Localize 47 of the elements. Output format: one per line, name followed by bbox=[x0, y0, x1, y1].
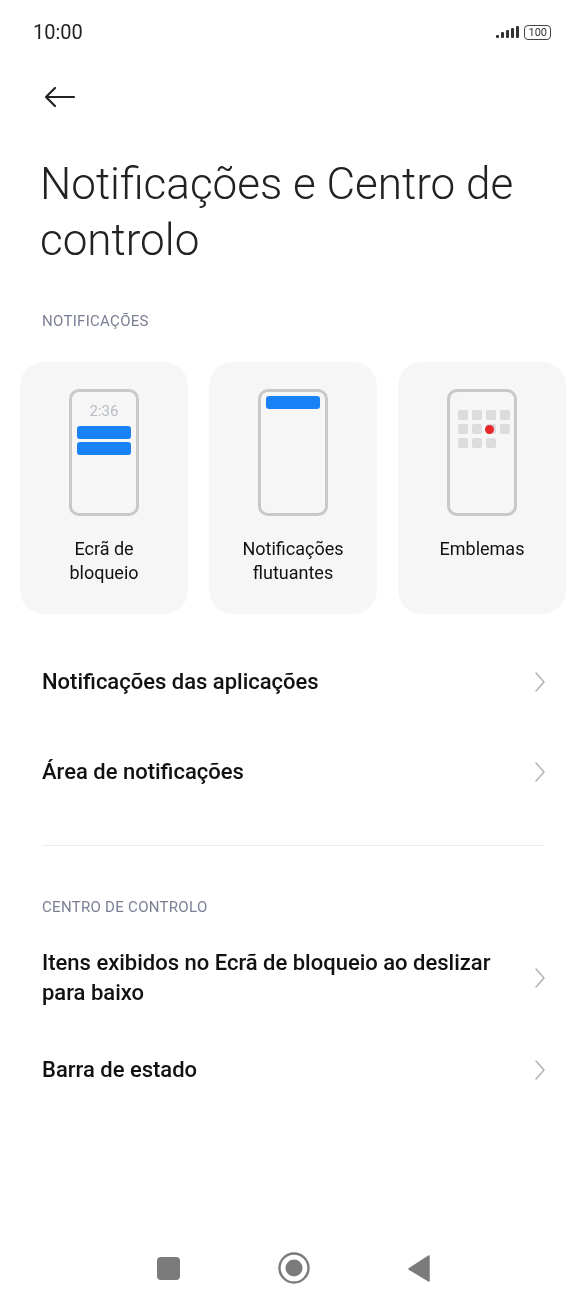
notification-bar bbox=[77, 442, 131, 455]
item-label: Área de notificações bbox=[42, 758, 244, 786]
card-label: Emblemas bbox=[439, 537, 525, 561]
chevron-icon bbox=[535, 968, 545, 988]
back-button[interactable] bbox=[44, 86, 76, 108]
signal-icon bbox=[496, 26, 520, 38]
app-tile bbox=[458, 438, 468, 448]
status-time: 10:00 bbox=[33, 20, 83, 44]
option-card[interactable]: Notificações flutuantes bbox=[209, 362, 377, 614]
option-card[interactable]: 2:36 Ecrã de bloqueio bbox=[20, 362, 188, 614]
card-label: Ecrã de bloqueio bbox=[68, 537, 140, 585]
square-icon bbox=[156, 1256, 180, 1280]
app-tile bbox=[486, 410, 496, 420]
home-button[interactable] bbox=[277, 1252, 310, 1284]
notification-bar bbox=[77, 426, 131, 439]
item-label: Notificações das aplicações bbox=[42, 668, 319, 696]
home-circle-icon bbox=[277, 1252, 310, 1284]
triangle-icon bbox=[407, 1254, 431, 1282]
app-tile bbox=[472, 410, 482, 420]
settings-item[interactable]: Notificações das aplicações bbox=[0, 654, 587, 710]
settings-item[interactable]: Área de notificações bbox=[0, 744, 587, 800]
back-arrow-icon bbox=[44, 86, 76, 108]
app-tile bbox=[472, 438, 482, 448]
settings-item[interactable]: Itens exibidos no Ecrã de bloqueio ao deslizar para baixo bbox=[0, 948, 587, 1008]
app-tile bbox=[458, 410, 468, 420]
app-tile bbox=[458, 424, 468, 434]
section-header: NOTIFICAÇÕES bbox=[42, 312, 150, 330]
notification-bar bbox=[266, 396, 320, 409]
chevron-icon bbox=[535, 762, 545, 782]
back-nav-button[interactable] bbox=[407, 1254, 431, 1282]
page-title: Notificações e Centro de controlo bbox=[40, 157, 515, 268]
app-tile bbox=[472, 424, 482, 434]
chevron-icon bbox=[535, 672, 545, 692]
app-tile bbox=[500, 424, 510, 434]
card-label: Notificações flutuantes bbox=[241, 537, 345, 585]
recents-button[interactable] bbox=[156, 1256, 180, 1280]
battery-icon: 100 bbox=[524, 24, 551, 40]
app-tile bbox=[500, 410, 510, 420]
badge-dot bbox=[485, 425, 494, 434]
section-header: CENTRO DE CONTROLO bbox=[42, 898, 209, 916]
app-tile bbox=[486, 438, 496, 448]
option-card[interactable]: Emblemas bbox=[398, 362, 566, 614]
item-label: Itens exibidos no Ecrã de bloqueio ao deslizar para baixo bbox=[42, 949, 492, 1007]
clock-text: 2:36 bbox=[88, 402, 120, 420]
settings-item[interactable]: Barra de estado bbox=[0, 1042, 587, 1098]
item-label: Barra de estado bbox=[42, 1056, 198, 1084]
chevron-icon bbox=[535, 1060, 545, 1080]
